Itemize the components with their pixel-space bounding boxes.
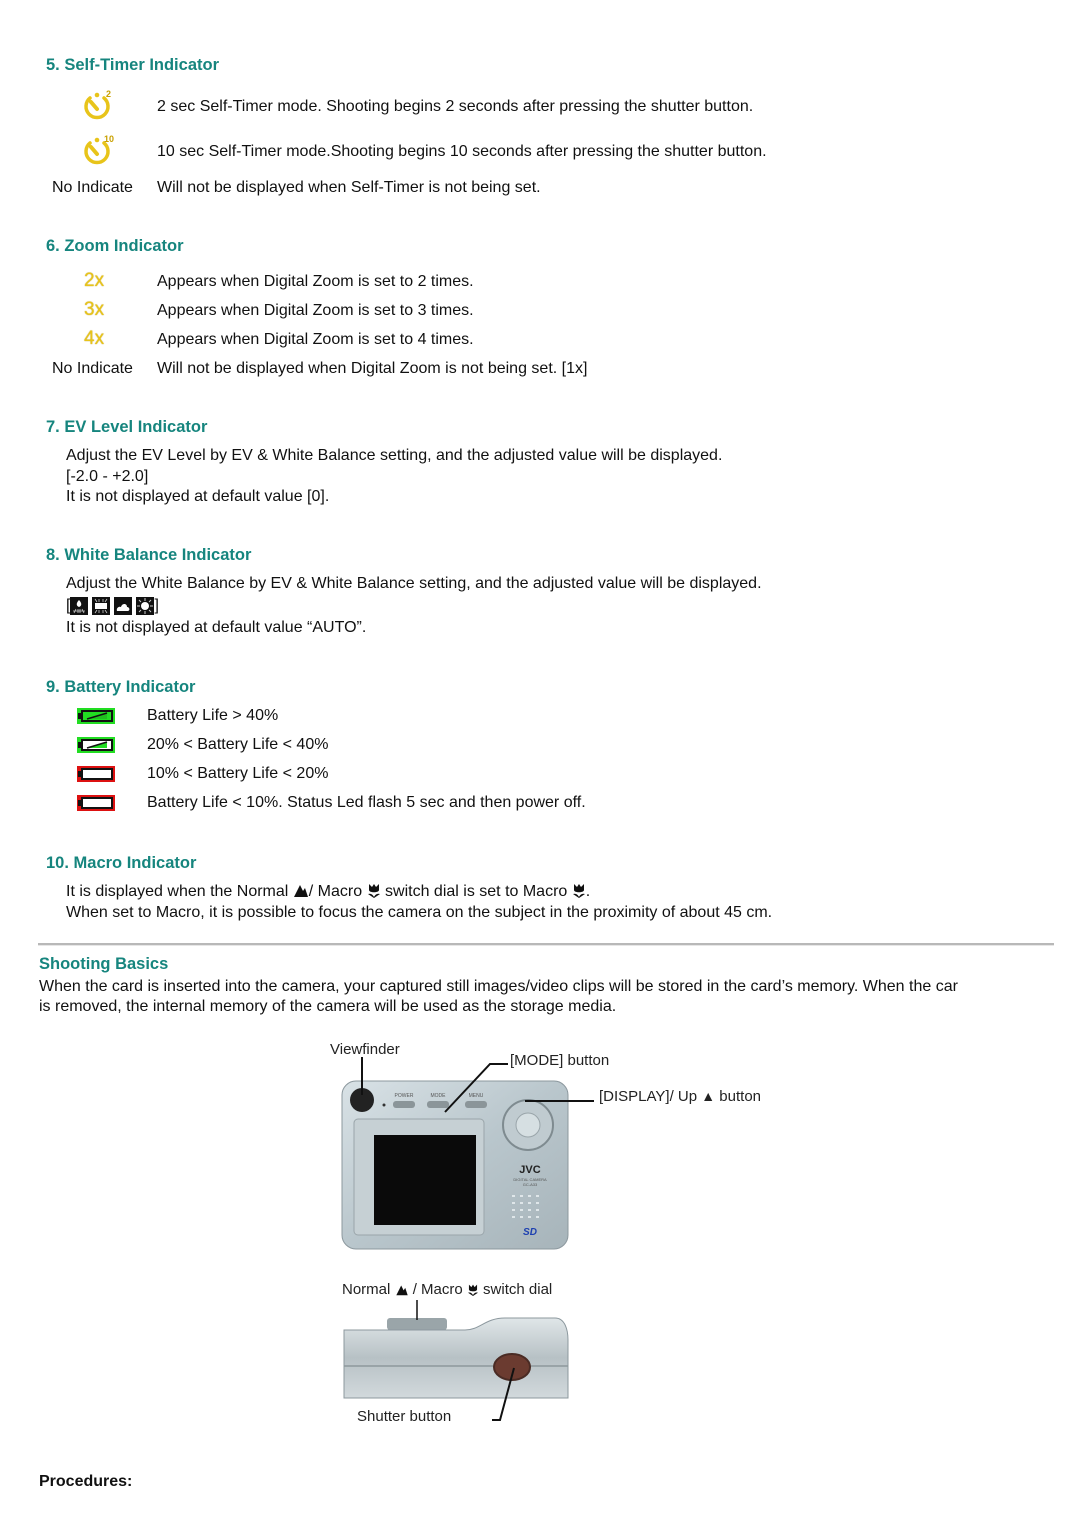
macro-description: It is displayed when the Normal / Macro … [66, 882, 590, 902]
self-timer-10-icon: 10 [84, 134, 114, 165]
zoom-2x-text: Appears when Digital Zoom is set to 2 ti… [157, 273, 474, 290]
macro-desc-part-1: It is displayed when the Normal [66, 883, 293, 900]
camera-front-figure: POWER MODE MENU JVC DIGITAL CAMERA GC-A3… [320, 1035, 790, 1255]
battery-empty-text: Battery Life < 10%. Status Led flash 5 s… [147, 794, 586, 811]
switch-dial-label-a: Normal [342, 1281, 391, 1298]
up-triangle-icon: ▲ [701, 1088, 716, 1104]
shutter-button-label: Shutter button [357, 1408, 452, 1425]
wb-default-note: It is not displayed at default value “AU… [66, 619, 367, 636]
battery-low-text: 10% < Battery Life < 20% [147, 765, 329, 782]
switch-dial-label-c: switch dial [483, 1281, 553, 1298]
svg-text:10: 10 [104, 134, 114, 144]
macro-desc-part-2: / Macro [308, 883, 367, 900]
battery-half-icon [77, 737, 115, 753]
zoom-no-indicate-text: Will not be displayed when Digital Zoom … [157, 360, 588, 377]
macro-flower-icon [572, 884, 585, 898]
zoom-3x-icon: 3x [84, 299, 105, 320]
wb-fluorescent-icon [92, 597, 111, 615]
macro-desc-part-4: . [585, 883, 591, 900]
ev-heading: 7. EV Level Indicator [46, 418, 208, 436]
self-timer-2-icon: 2 [84, 89, 111, 120]
display-up-button-label-a: [DISPLAY]/ Up [599, 1088, 698, 1105]
battery-empty-icon [77, 795, 115, 811]
normal-mountain-icon [395, 1285, 408, 1296]
switch-dial-label-b: / Macro [412, 1281, 463, 1298]
wb-daylight-icon [136, 597, 155, 615]
self-timer-no-indicate-label: No Indicate [52, 179, 133, 196]
viewfinder-label: Viewfinder [330, 1041, 400, 1058]
battery-half-text: 20% < Battery Life < 40% [147, 736, 329, 753]
normal-mountain-icon [293, 885, 308, 897]
mode-button-label: [MODE] button [510, 1052, 610, 1069]
ev-range: [-2.0 - +2.0] [66, 468, 149, 485]
self-timer-heading: 5. Self-Timer Indicator [46, 56, 219, 74]
wb-heading: 8. White Balance Indicator [46, 546, 252, 564]
svg-text:2: 2 [106, 89, 111, 99]
display-up-button-label-b: button [719, 1088, 762, 1105]
self-timer-no-indicate-text: Will not be displayed when Self-Timer is… [157, 179, 541, 196]
wb-cloudy-icon [114, 597, 133, 615]
ev-default-note: It is not displayed at default value [0]… [66, 488, 330, 505]
shooting-basics-heading: Shooting Basics [39, 955, 169, 973]
zoom-2x-icon: 2x [84, 270, 105, 291]
battery-heading: 9. Battery Indicator [46, 678, 196, 696]
section-divider [38, 943, 1054, 946]
svg-text:MENU: MENU [469, 1093, 484, 1099]
shooting-basics-text-line-1: When the card is inserted into the camer… [39, 978, 958, 995]
svg-text:MODE: MODE [431, 1093, 447, 1099]
battery-full-icon [77, 708, 115, 724]
zoom-4x-icon: 4x [84, 328, 105, 349]
wb-icon-list: [ ] [66, 595, 159, 617]
zoom-no-indicate-label: No Indicate [52, 360, 133, 377]
zoom-heading: 6. Zoom Indicator [46, 237, 184, 255]
self-timer-10-text: 10 sec Self-Timer mode.Shooting begins 1… [157, 143, 767, 160]
battery-low-icon [77, 766, 115, 782]
display-up-button-label: [DISPLAY]/ Up ▲ button [599, 1088, 761, 1105]
procedures-heading: Procedures: [39, 1473, 133, 1490]
svg-text:SD: SD [523, 1227, 537, 1238]
wb-incandescent-icon [70, 597, 89, 615]
switch-dial-label: Normal / Macro switch dial [342, 1281, 552, 1298]
svg-text:GC-A33: GC-A33 [523, 1182, 538, 1187]
zoom-3x-text: Appears when Digital Zoom is set to 3 ti… [157, 302, 474, 319]
macro-desc-part-3: switch dial is set to Macro [380, 883, 572, 900]
wb-bracket-close: ] [154, 597, 159, 614]
ev-description: Adjust the EV Level by EV & White Balanc… [66, 447, 723, 464]
macro-flower-icon [367, 884, 380, 898]
svg-text:JVC: JVC [519, 1164, 540, 1176]
macro-heading: 10. Macro Indicator [46, 854, 197, 872]
self-timer-2-text: 2 sec Self-Timer mode. Shooting begins 2… [157, 98, 754, 115]
svg-text:POWER: POWER [395, 1093, 414, 1099]
camera-top-figure: Normal / Macro switch dial Shutter butto… [330, 1270, 590, 1440]
macro-flower-icon [468, 1284, 478, 1296]
zoom-4x-text: Appears when Digital Zoom is set to 4 ti… [157, 331, 474, 348]
shooting-basics-text-line-2: is removed, the internal memory of the c… [39, 998, 617, 1015]
macro-focus-note: When set to Macro, it is possible to foc… [66, 904, 773, 921]
wb-description: Adjust the White Balance by EV & White B… [66, 575, 762, 592]
battery-full-text: Battery Life > 40% [147, 707, 279, 724]
